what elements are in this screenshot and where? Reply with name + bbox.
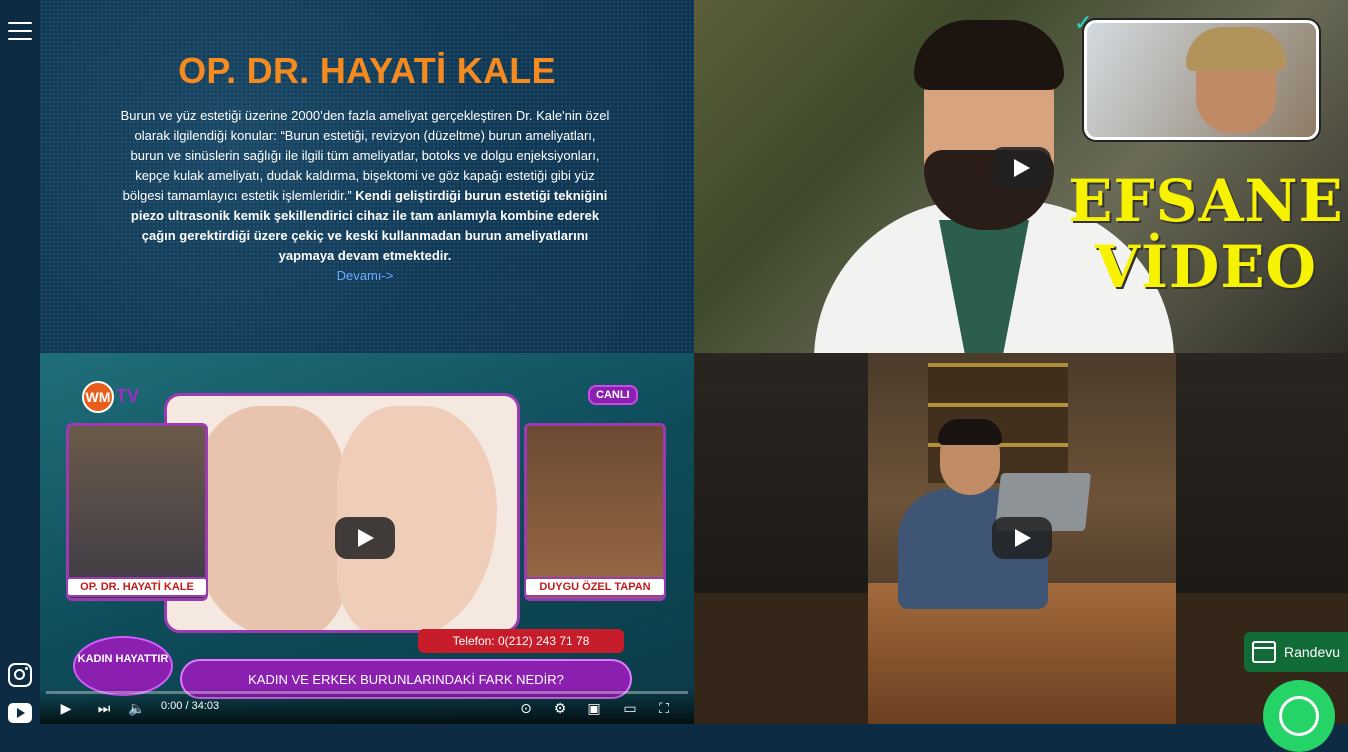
theater-mode-icon[interactable]: ▭ [622,700,638,716]
play-button[interactable] [335,517,395,559]
settings-gear-icon[interactable]: ⚙ [552,700,568,716]
inset-photo [1084,20,1319,140]
miniplayer-icon[interactable]: ▣ [586,700,602,716]
play-button[interactable] [992,517,1052,559]
intro-section: OP. DR. HAYATİ KALE Burun ve yüz estetiğ… [40,0,694,353]
next-icon[interactable]: ⏭ [96,700,112,716]
phone-banner: Telefon: 0(212) 243 71 78 [418,629,624,653]
guest-camera-right [524,423,666,601]
play-button[interactable] [991,147,1051,189]
progress-bar[interactable] [46,691,688,694]
appointment-button[interactable]: Randevu [1244,632,1348,672]
play-icon[interactable]: ▶ [58,700,74,716]
tv-logo: WM TV [82,381,139,413]
fullscreen-icon[interactable]: ⛶ [656,700,672,716]
whatsapp-icon[interactable] [1263,680,1335,752]
program-badge: KADIN HAYATTIR [73,636,173,696]
appointment-label: Randevu [1284,644,1341,660]
calendar-icon [1252,641,1276,663]
video-tile-tv[interactable]: WM TV CANLI OP. DR. HAYATİ KALE DUYGU ÖZE… [40,353,694,724]
guest-label-left: OP. DR. HAYATİ KALE [66,577,208,597]
hamburger-menu-icon[interactable] [8,22,32,42]
video-tile-efsane[interactable]: ✓ EFSANE VİDEO [694,0,1348,353]
blurred-background-left [694,353,868,724]
guest-camera-left [66,423,208,601]
time-display: 0:00 / 34:03 [161,700,220,712]
left-rail [0,0,40,724]
autoplay-toggle[interactable]: ⊙ [514,700,538,716]
read-more-link[interactable]: Devamı-> [118,266,612,286]
volume-icon[interactable]: 🔈 [128,700,145,716]
intro-paragraph: Burun ve yüz estetiği üzerine 2000’den f… [118,106,612,286]
doctor-name-title: OP. DR. HAYATİ KALE [178,50,556,91]
live-badge: CANLI [588,385,638,405]
video-controls: ▶ ⏭ 🔈 0:00 / 34:03 ⊙ ⚙ ▣ ▭ ⛶ [40,688,694,724]
guest-label-right: DUYGU ÖZEL TAPAN [524,577,666,597]
instagram-icon[interactable] [8,663,32,687]
nose-comparison-graphic [164,393,520,633]
youtube-icon[interactable] [8,703,32,723]
efsane-video-text: EFSANE VİDEO [1068,167,1344,301]
